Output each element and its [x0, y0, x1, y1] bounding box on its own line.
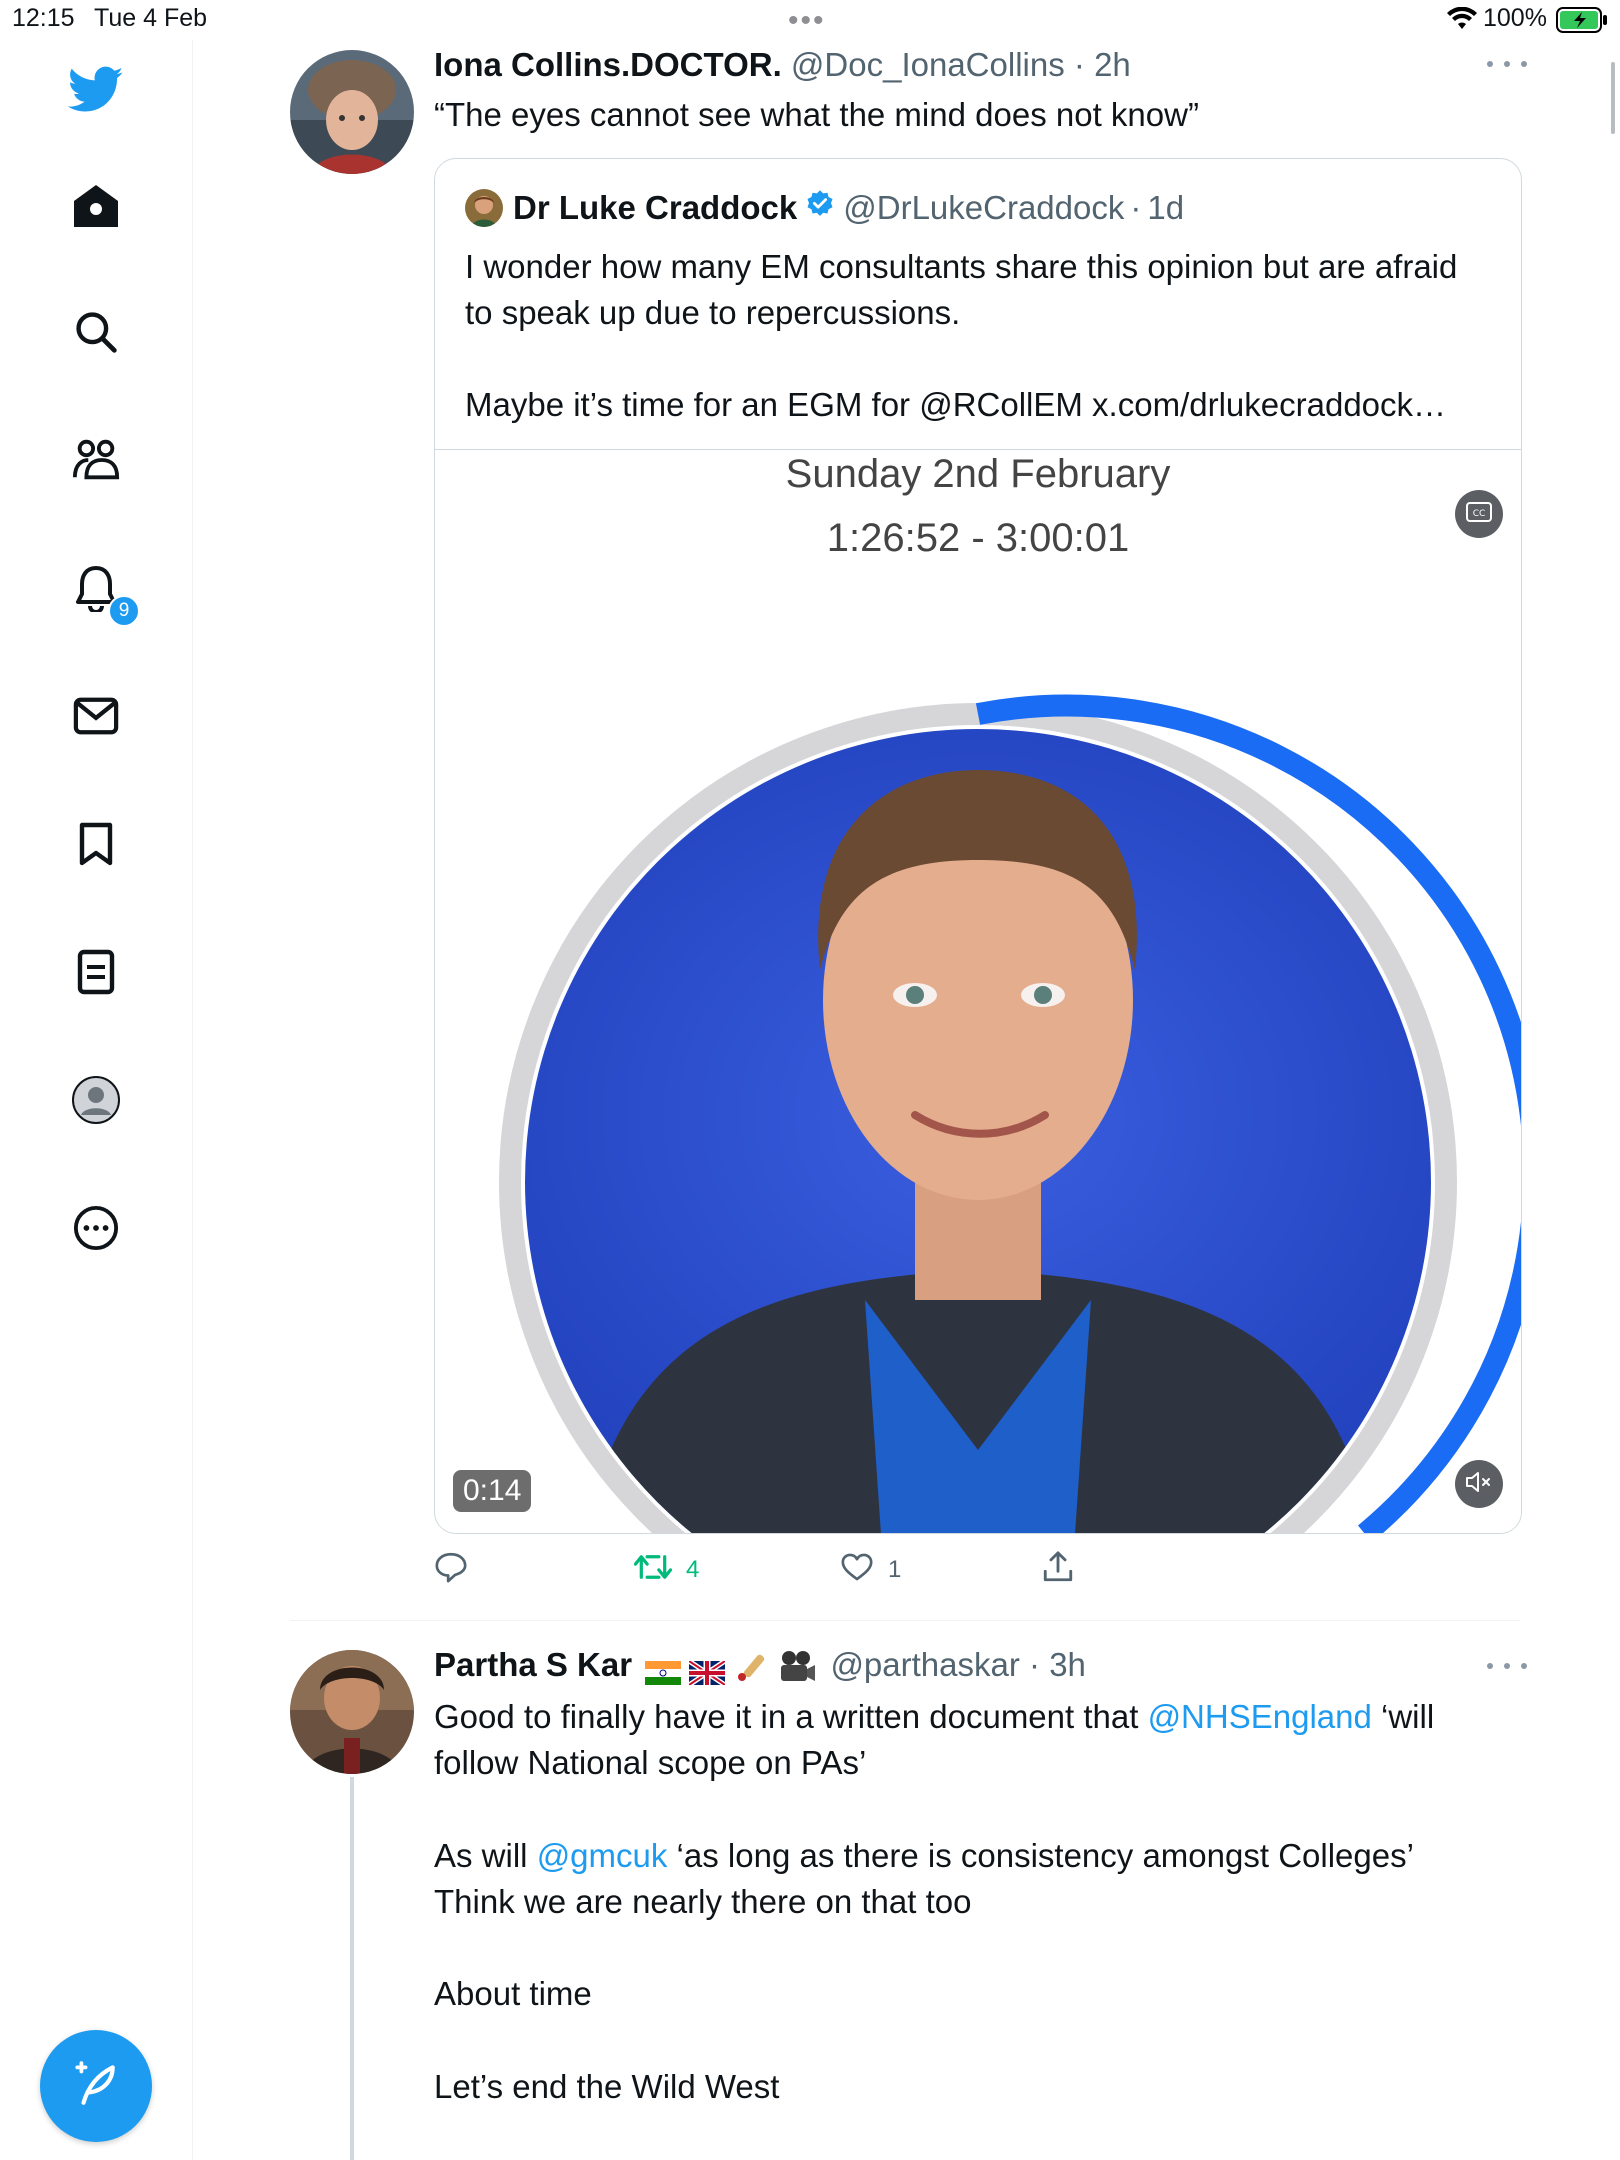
like-button[interactable]: 1 — [840, 1548, 901, 1592]
quoted-text-prefix: Maybe it’s time for an EGM for — [465, 386, 920, 423]
avatar-partha-kar[interactable] — [290, 1650, 414, 1774]
verified-badge-icon — [805, 189, 835, 227]
wifi-icon — [1447, 6, 1477, 36]
video-player[interactable]: Sunday 2nd February 1:26:52 - 3:00:01 CC… — [435, 449, 1521, 1533]
name-emojis — [641, 1646, 830, 1688]
tweet-text-line: Let’s end the Wild West — [434, 2068, 780, 2105]
separator-dot: · — [1073, 46, 1085, 83]
quoted-link[interactable]: x.com/drlukecraddock… — [1083, 386, 1446, 423]
avatar-luke-craddock[interactable] — [465, 189, 503, 227]
mention-rcollem[interactable]: @RCollEM — [919, 386, 1083, 423]
tweet-header: Partha S Kar @parthaskar · 3h — [434, 1646, 1086, 1688]
twitter-logo-icon[interactable] — [68, 62, 124, 118]
tweet-text: “The eyes cannot see what the mind does … — [434, 96, 1199, 133]
retweet-button[interactable]: 4 — [633, 1548, 700, 1592]
india-flag-icon — [645, 1655, 682, 1686]
bookmarks-icon[interactable] — [68, 816, 124, 872]
captions-icon: CC — [1466, 501, 1492, 527]
heart-icon — [840, 1552, 874, 1589]
tweet-more-icon[interactable] — [1487, 1656, 1527, 1676]
share-icon — [1042, 1550, 1074, 1591]
author-name[interactable]: Partha S Kar — [434, 1646, 632, 1683]
author-handle[interactable]: @Doc_IonaCollins — [791, 46, 1065, 83]
more-options-icon[interactable] — [68, 1200, 124, 1256]
author-name[interactable]: Iona Collins.DOCTOR. — [434, 46, 782, 83]
home-icon[interactable] — [68, 178, 124, 234]
movie-camera-icon — [777, 1649, 817, 1685]
share-button[interactable] — [1042, 1548, 1074, 1592]
scrollbar[interactable] — [1611, 62, 1615, 134]
uk-flag-icon — [687, 1655, 727, 1688]
video-duration: 0:14 — [453, 1470, 532, 1512]
like-count: 1 — [888, 1556, 902, 1583]
mention-gmcuk[interactable]: @gmcuk — [537, 1837, 668, 1874]
thread-connector-line — [350, 1777, 354, 2160]
quoted-text-line: I wonder how many EM consultants share t… — [465, 248, 1458, 331]
avatar-iona-collins[interactable] — [290, 50, 414, 174]
status-date: Tue 4 Feb — [94, 4, 208, 32]
compose-tweet-button[interactable] — [40, 2030, 152, 2142]
captions-button[interactable]: CC — [1455, 490, 1503, 538]
battery-charging-icon — [1556, 7, 1608, 38]
compose-tweet-icon — [71, 2059, 121, 2114]
battery-percentage: 100% — [1483, 4, 1547, 32]
separator-dot: · — [1130, 189, 1142, 226]
multitasking-grabber[interactable]: ••• — [788, 6, 826, 36]
tweet-text: Good to finally have it in a written doc… — [434, 1694, 1514, 1786]
muted-speaker-icon — [1465, 1470, 1493, 1499]
tweet-header: Iona Collins.DOCTOR. @Doc_IonaCollins · … — [434, 46, 1131, 84]
tweet-text-line: About time — [434, 1975, 592, 2012]
tweet-time[interactable]: 2h — [1094, 46, 1131, 83]
notifications-badge: 9 — [108, 595, 140, 627]
svg-text:CC: CC — [1473, 509, 1486, 519]
quoted-tweet-header: Dr Luke Craddock @DrLukeCraddock · 1d — [465, 189, 1184, 227]
quoted-author-handle[interactable]: @DrLukeCraddock — [843, 189, 1124, 227]
lists-icon[interactable] — [68, 944, 124, 1000]
quoted-tweet-time[interactable]: 1d — [1147, 189, 1184, 227]
mute-button[interactable] — [1455, 1460, 1503, 1508]
profile-icon[interactable] — [68, 1072, 124, 1128]
quoted-text-line: Maybe it’s time for an EGM for @RCollEM … — [465, 382, 1485, 428]
tweet-text-segment: Good to finally have it in a written doc… — [434, 1698, 1148, 1735]
video-frame-portrait — [499, 694, 1521, 1533]
quoted-tweet-text: I wonder how many EM consultants share t… — [465, 244, 1485, 428]
quoted-tweet-card[interactable]: Dr Luke Craddock @DrLukeCraddock · 1d I … — [434, 158, 1522, 1534]
quoted-author-name[interactable]: Dr Luke Craddock — [513, 189, 797, 227]
mention-nhsengland[interactable]: @NHSEngland — [1148, 1698, 1372, 1735]
author-handle[interactable]: @parthaskar — [830, 1646, 1019, 1683]
sidebar-nav: 9 — [0, 40, 193, 2160]
search-icon[interactable] — [68, 304, 124, 360]
tweet-more-icon[interactable] — [1487, 54, 1527, 74]
reply-icon — [434, 1551, 468, 1590]
reply-button[interactable] — [434, 1548, 482, 1592]
status-time: 12:15 — [12, 4, 75, 32]
tweet-divider — [290, 1620, 1520, 1621]
cricket-bat-icon — [733, 1649, 769, 1685]
status-bar: 12:15 Tue 4 Feb ••• 100% — [0, 0, 1620, 40]
retweet-icon — [633, 1552, 673, 1589]
tweet-time[interactable]: 3h — [1049, 1646, 1086, 1683]
messages-icon[interactable] — [68, 688, 124, 744]
separator-dot: · — [1029, 1646, 1041, 1683]
retweet-count: 4 — [686, 1556, 700, 1583]
communities-icon[interactable] — [68, 432, 124, 488]
tweet-text-segment: As will — [434, 1837, 537, 1874]
tweet-text: As will @gmcuk ‘as long as there is cons… — [434, 1833, 1514, 1925]
tweet-actions: 4 1 — [434, 1548, 1134, 1592]
